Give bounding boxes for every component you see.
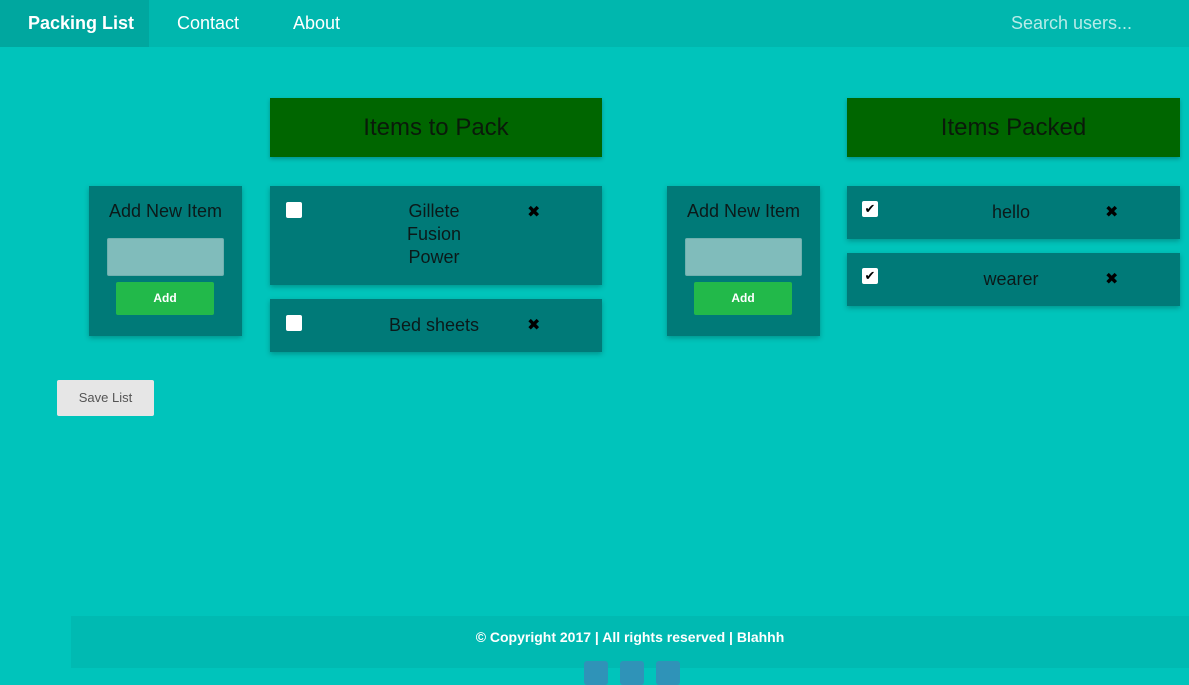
add-item-button[interactable]: Add	[116, 282, 214, 315]
copyright-text: © Copyright 2017 | All rights reserved |…	[475, 629, 785, 645]
remove-icon[interactable]: ✖	[1105, 202, 1118, 222]
social-icon[interactable]	[656, 661, 680, 685]
item-card-packed: ✔ hello ✖	[847, 186, 1180, 239]
remove-icon[interactable]: ✖	[527, 202, 540, 222]
item-label: hello	[991, 202, 1031, 222]
item-card-to-pack: Bed sheets ✖	[270, 299, 602, 352]
item-label: wearer	[983, 269, 1039, 289]
footer: © Copyright 2017 | All rights reserved |…	[71, 616, 1189, 685]
item-checkbox-checked[interactable]: ✔	[862, 201, 878, 217]
add-item-card-to-pack: Add New Item Add	[89, 186, 242, 336]
item-label: Gillete Fusion Power	[406, 201, 462, 267]
add-item-card-packed: Add New Item Add	[667, 186, 820, 336]
item-card-to-pack: Gillete Fusion Power ✖	[270, 186, 602, 285]
item-checkbox-checked[interactable]: ✔	[862, 268, 878, 284]
nav-contact-link[interactable]: Contact	[177, 0, 239, 47]
item-checkbox[interactable]	[286, 315, 302, 331]
item-checkbox[interactable]	[286, 202, 302, 218]
remove-icon[interactable]: ✖	[527, 315, 540, 335]
add-item-title: Add New Item	[108, 201, 223, 221]
add-item-button[interactable]: Add	[694, 282, 792, 315]
new-item-input[interactable]	[107, 238, 224, 276]
save-list-button[interactable]: Save List	[57, 380, 154, 416]
item-card-packed: ✔ wearer ✖	[847, 253, 1180, 306]
add-item-title: Add New Item	[686, 201, 801, 221]
remove-icon[interactable]: ✖	[1105, 269, 1118, 289]
social-icon[interactable]	[620, 661, 644, 685]
navbar: Packing List Contact About	[0, 0, 1189, 47]
new-item-input[interactable]	[685, 238, 802, 276]
search-users-input[interactable]	[1000, 6, 1180, 40]
social-icon[interactable]	[584, 661, 608, 685]
items-to-pack-header: Items to Pack	[270, 98, 602, 157]
brand-link[interactable]: Packing List	[0, 0, 149, 47]
items-packed-header: Items Packed	[847, 98, 1180, 157]
item-label: Bed sheets	[388, 315, 480, 335]
nav-about-link[interactable]: About	[293, 0, 340, 47]
